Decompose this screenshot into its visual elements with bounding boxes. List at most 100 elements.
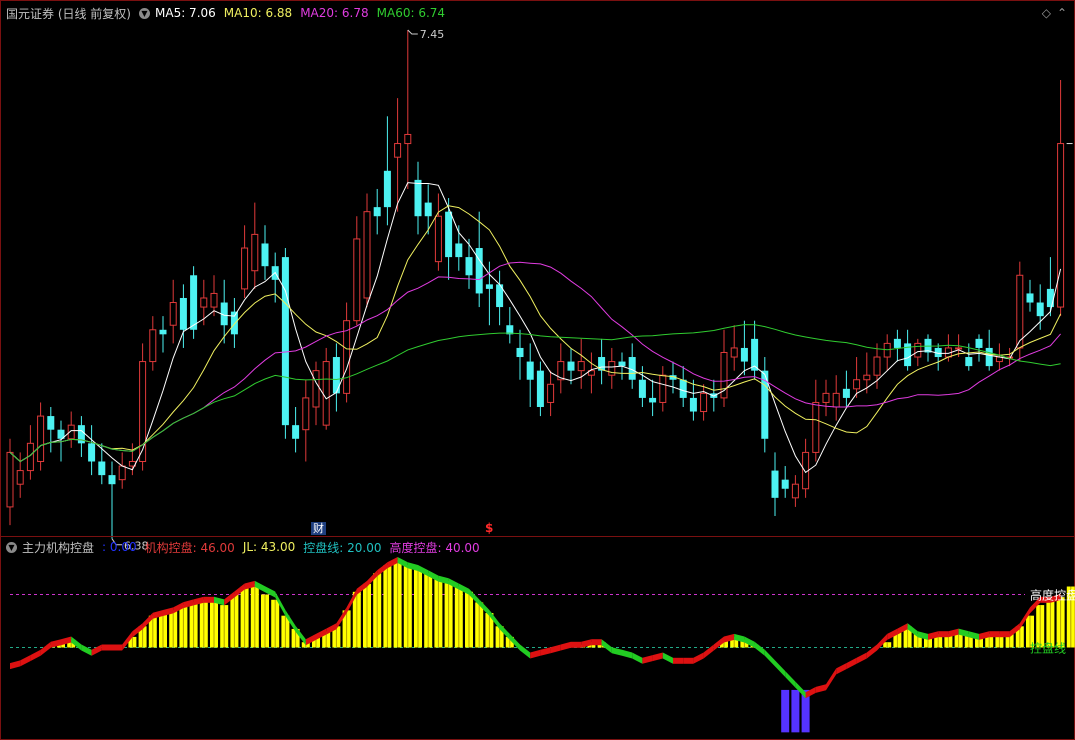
candle-body-down (179, 297, 187, 330)
candle-body-down (108, 475, 116, 485)
control-line-segment (785, 671, 796, 688)
control-line-segment (560, 641, 571, 651)
control-line-segment (826, 668, 837, 691)
toolbar-icons: ◇ ⌃ (1036, 6, 1067, 20)
candle-body-up (955, 347, 963, 350)
finance-marker[interactable]: 财 (311, 522, 326, 535)
control-line-segment (30, 649, 41, 662)
candle-body-down (689, 397, 697, 412)
control-bar-stripe (437, 578, 439, 648)
control-line-segment (611, 647, 622, 656)
control-line-segment (622, 649, 633, 659)
ma20-line (9, 261, 1061, 463)
candle-body-down (465, 257, 473, 276)
candle-body-up (853, 379, 861, 390)
control-bar-stripe (346, 610, 348, 648)
control-bar-stripe (1060, 597, 1062, 648)
chevron-down-icon[interactable]: ▼ (6, 541, 17, 553)
candle-body-down (975, 338, 983, 348)
candle-body-down (424, 202, 432, 217)
indicator-v3: 控盘线: 20.00 (303, 540, 382, 555)
candle-body-up (700, 392, 708, 413)
control-bar-stripe (284, 615, 286, 648)
candle-body-up (863, 374, 871, 381)
control-line-segment (540, 647, 551, 656)
control-line-segment (866, 644, 877, 659)
control-bar-stripe (131, 636, 133, 648)
control-line-segment (846, 657, 857, 670)
candle-body-down (567, 361, 575, 371)
candle-body-down (965, 357, 973, 367)
candle-body-up (659, 374, 667, 403)
candle-body-down (781, 479, 789, 489)
control-bar-stripe (223, 605, 225, 648)
control-bar-stripe (386, 565, 388, 648)
candle-body-down (47, 416, 55, 430)
candle-body-up (832, 392, 840, 408)
pane-divider (0, 536, 1075, 537)
candle-body-down (740, 347, 748, 362)
candle-body-up (6, 451, 14, 508)
candle-body-down (1046, 288, 1054, 308)
main-chart-header: 国元证券 (日线 前复权) ▼ MA5: 7.06 MA10: 6.88 MA2… (6, 4, 453, 22)
candle-body-down (159, 329, 167, 335)
control-line-segment (520, 644, 531, 659)
control-bar-stripe (233, 594, 235, 648)
candle-body-up (791, 483, 799, 499)
candle-body-down (475, 248, 483, 294)
candle-body-up (149, 329, 157, 363)
control-bar-stripe (152, 615, 154, 648)
candle-body-up (312, 370, 320, 408)
control-line-segment (81, 644, 92, 656)
candle-body-down (292, 425, 300, 439)
control-bar-stripe (458, 586, 460, 648)
ma60-value: MA60: 6.74 (376, 6, 446, 20)
blue-bar (781, 689, 790, 733)
candle-body-up (353, 238, 361, 322)
diamond-icon[interactable]: ◇ (1042, 6, 1051, 20)
candle-body-down (281, 257, 289, 426)
ma10-value: MA10: 6.88 (223, 6, 293, 20)
control-bar-stripe (417, 567, 419, 648)
control-bar-stripe (182, 605, 184, 648)
candle-body-down (445, 211, 453, 258)
candle-body-up (547, 383, 555, 403)
control-line-segment (530, 649, 541, 659)
control-line-segment (815, 684, 826, 693)
control-line-segment (775, 660, 786, 677)
control-line-segment (91, 644, 102, 656)
control-bar-stripe (1049, 599, 1051, 648)
ma20-value: MA20: 6.78 (300, 6, 369, 20)
control-bar-stripe (407, 565, 409, 648)
control-bar-stripe (886, 642, 888, 648)
control-line-segment (999, 631, 1010, 638)
control-bar-stripe (448, 581, 450, 648)
indicator-v4: 高度控盘: 40.00 (389, 540, 480, 555)
control-line-segment (673, 657, 684, 664)
control-bar-stripe (193, 602, 195, 648)
candle-body-up (1057, 143, 1065, 308)
candle-body-up (873, 356, 881, 376)
candle-body-down (383, 170, 391, 208)
chevron-down-icon[interactable]: ▼ (139, 7, 150, 19)
indicator-v2: JL: 43.00 (242, 540, 296, 554)
candle-body-down (893, 338, 901, 348)
dividend-marker[interactable]: $ (485, 522, 493, 535)
candle-body-up (394, 143, 402, 158)
indicator-header: ▼ 主力机构控盘 : 0.00 机构控盘: 46.00 JL: 43.00 控盘… (6, 538, 488, 556)
blue-bar (791, 689, 800, 733)
kline-chart-canvas[interactable]: 7.456.38高度控盘控盘线 (0, 0, 1075, 740)
caret-up-icon[interactable]: ⌃ (1057, 6, 1067, 20)
control-bar-stripe (172, 610, 174, 648)
control-line-segment (40, 641, 51, 656)
control-line-segment (989, 631, 1000, 638)
control-line-segment (938, 631, 949, 638)
control-line-segment (693, 652, 704, 664)
candle-body-down (679, 379, 687, 398)
control-line-segment (112, 644, 123, 651)
candle-body-down (1036, 302, 1044, 317)
high-control-label: 高度控盘 (1030, 587, 1075, 602)
candle-body-down (618, 361, 626, 367)
candle-body-up (404, 133, 412, 145)
high-price-label: 7.45 (420, 28, 445, 41)
